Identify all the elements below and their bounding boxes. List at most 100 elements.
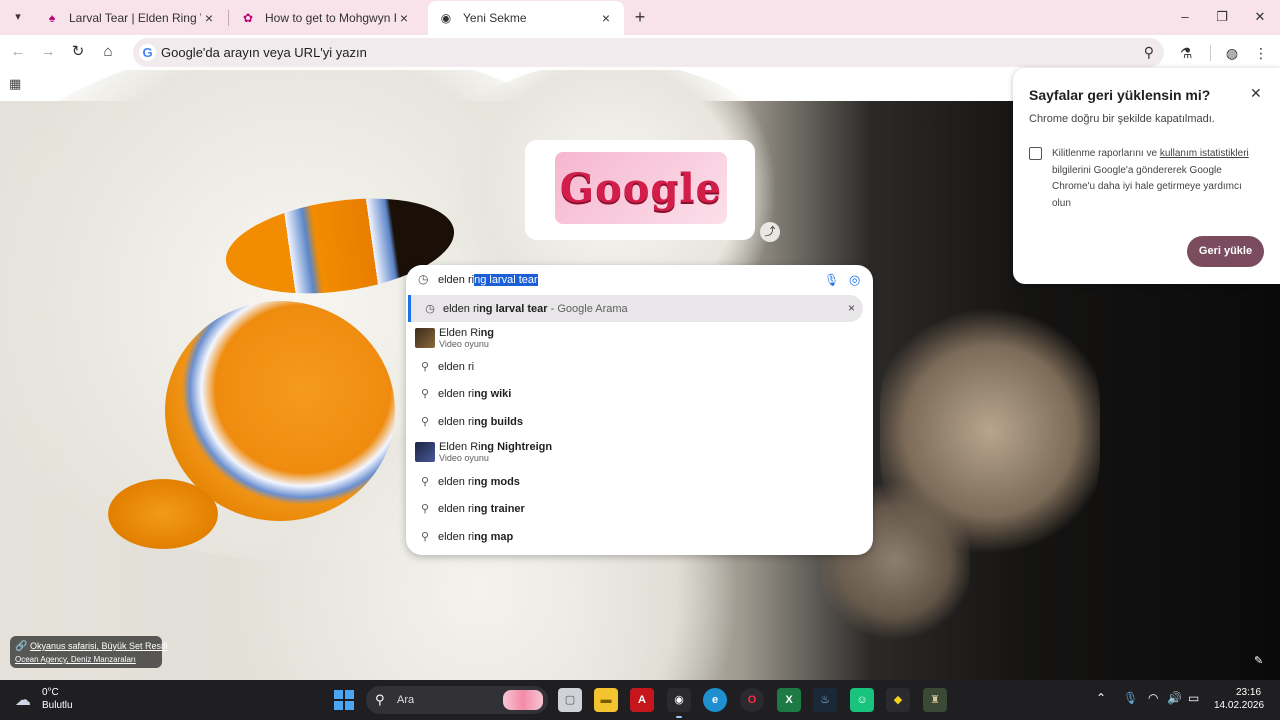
history-clock-icon: ◷ (425, 303, 435, 315)
microphone-icon[interactable]: 🎙 (1123, 691, 1138, 705)
search-suggestions-dropdown: ◷ elden ring larval tear 🎙 ◎ ◷ elden rin… (406, 265, 873, 555)
taskbar-search-placeholder: Ara (397, 694, 415, 706)
search-input-row[interactable]: ◷ elden ring larval tear 🎙 ◎ (406, 265, 873, 295)
suggestion-prefix: elden ri (438, 360, 475, 373)
doodle-logo: Google (555, 152, 727, 224)
steam-icon[interactable]: ♨ (813, 688, 837, 712)
crash-report-checkbox[interactable] (1029, 147, 1042, 160)
entity-title-completion: ng (480, 327, 495, 339)
suggestion-prefix: elden ri (438, 475, 475, 488)
tab-title: Yeni Sekme (463, 11, 527, 25)
wifi-icon[interactable]: ◠ (1148, 691, 1158, 705)
restore-window-icon[interactable]: ❐ (1213, 8, 1231, 26)
chrome-icon[interactable]: ◉ (667, 688, 691, 718)
duck-app-icon[interactable]: ◆ (886, 688, 910, 712)
photo-credit[interactable]: 🔗 Okyanus safarisi, Büyük Set Resifi Oce… (10, 636, 168, 668)
extensions-flask-icon[interactable]: ⚗ (1176, 43, 1196, 63)
speaker-icon[interactable]: 🔊 (1167, 691, 1182, 705)
suggestion-item[interactable]: ⚲ elden ring map (406, 523, 873, 550)
chrome-menu-kebab-icon[interactable]: ⋮ (1251, 43, 1271, 63)
close-window-icon[interactable]: ✕ (1251, 8, 1269, 26)
apps-grid-icon[interactable]: ▦ (9, 77, 23, 91)
search-icon: ⚲ (420, 476, 430, 488)
zoom-magnifier-icon[interactable]: ⚲ (1144, 44, 1154, 61)
opera-icon[interactable]: O (740, 688, 764, 712)
chevron-up-icon[interactable]: ⌃ (1096, 691, 1106, 705)
windows-start-icon[interactable] (334, 690, 354, 710)
suggestion-source: - Google Arama (547, 302, 628, 315)
suggestion-item[interactable]: ◷ elden ring larval tear - Google Arama … (408, 295, 863, 322)
task-view-icon[interactable]: ▢ (558, 688, 582, 712)
excel-icon[interactable]: X (777, 688, 801, 712)
photo-credit-title[interactable]: Okyanus safarisi, Büyük Set Resifi (30, 641, 168, 651)
search-highlight-image (503, 690, 543, 710)
tab-strip: ▾ ♠ Larval Tear | Elden Ring Wiki × ✿ Ho… (0, 0, 1280, 35)
tab-close-icon[interactable]: × (396, 10, 412, 26)
autocomplete-selection: ng larval tear (474, 274, 538, 286)
address-bar-placeholder: Google'da arayın veya URL'yi yazın (161, 45, 367, 60)
back-arrow-icon[interactable]: ← (8, 42, 28, 62)
chat-app-icon[interactable]: ☺ (850, 688, 874, 712)
tab-search-chevron-icon[interactable]: ▾ (10, 9, 26, 25)
acrobat-reader-icon[interactable]: A (630, 688, 654, 712)
tab-title: Larval Tear | Elden Ring Wiki (69, 10, 201, 25)
link-icon: 🔗 (15, 641, 28, 652)
edge-icon[interactable]: e (703, 688, 727, 712)
game8-favicon-icon: ✿ (242, 10, 254, 25)
suggestion-item[interactable]: ⚲ elden ring builds (406, 408, 873, 435)
suggestion-item[interactable]: ⚲ elden ring mods (406, 468, 873, 495)
suggestion-prefix: elden ri (438, 387, 475, 400)
restore-button[interactable]: Geri yükle (1187, 236, 1264, 267)
reload-icon[interactable]: ↻ (68, 42, 88, 62)
windows-taskbar: ☁ 0°C Bulutlu ⚲ Ara ▢ ▬ A ◉ e O X ♨ ☺ ◆ … (0, 680, 1280, 720)
usage-statistics-link[interactable]: kullanım istatistikleri (1160, 148, 1249, 159)
entity-subtitle: Video oyunu (439, 339, 489, 349)
clownfish-image (108, 479, 218, 549)
file-explorer-icon[interactable]: ▬ (594, 688, 618, 712)
suggestion-item[interactable]: ⚲ elden ring wiki (406, 380, 873, 407)
tab-close-icon[interactable]: × (201, 10, 217, 26)
forward-arrow-icon[interactable]: → (38, 42, 58, 62)
remove-suggestion-icon[interactable]: × (848, 301, 855, 315)
clock-time[interactable]: 23:16 (1236, 687, 1261, 698)
microphone-icon[interactable]: 🎙 (824, 273, 839, 287)
clock-date[interactable]: 14.02.2026 (1214, 700, 1264, 711)
suggestion-completion: ng builds (474, 415, 523, 428)
minimize-icon[interactable]: – (1176, 8, 1194, 26)
cloud-weather-icon[interactable]: ☁ (15, 690, 31, 710)
tab-title: How to get to Mohgwyn Palace (265, 10, 396, 25)
google-lens-icon[interactable]: ◎ (849, 272, 860, 288)
customize-pencil-icon[interactable]: ✎ (1254, 654, 1263, 667)
weather-condition[interactable]: Bulutlu (42, 700, 73, 711)
tab-larval-tear[interactable]: ♠ Larval Tear | Elden Ring Wiki × (34, 3, 227, 32)
profile-avatar-icon[interactable]: ◍ (1222, 43, 1242, 63)
entity-suggestion[interactable]: Elden Ring Nightreign Video oyunu (406, 438, 873, 466)
entity-suggestion[interactable]: Elden Ring Video oyunu (406, 324, 873, 352)
address-bar[interactable]: G Google'da arayın veya URL'yi yazın ⚲ (133, 38, 1164, 67)
suggestion-item[interactable]: ⚲ elden ri (406, 353, 873, 380)
close-icon[interactable]: ✕ (1250, 85, 1262, 102)
typed-text: elden ri (438, 274, 475, 286)
tab-mohgwyn-palace[interactable]: ✿ How to get to Mohgwyn Palace × (230, 3, 422, 32)
game-app-icon[interactable]: ♜ (923, 688, 947, 712)
google-doodle[interactable]: Google (525, 140, 755, 240)
nightreign-thumbnail (415, 442, 435, 462)
share-doodle-icon[interactable]: ⤴ (760, 222, 780, 242)
dialog-description: Chrome doğru bir şekilde kapatılmadı. (1029, 113, 1215, 125)
search-icon: ⚲ (420, 388, 430, 400)
search-icon: ⚲ (420, 503, 430, 515)
tab-close-icon[interactable]: × (598, 10, 614, 26)
tab-new-tab[interactable]: ◉ Yeni Sekme × (428, 1, 624, 35)
photo-credit-subtitle[interactable]: Ocean Agency, Deniz Manzaraları (15, 655, 136, 664)
browser-toolbar: ← → ↻ ⌂ G Google'da arayın veya URL'yi y… (0, 35, 1280, 70)
dialog-title: Sayfalar geri yüklensin mi? (1029, 87, 1211, 103)
weather-temperature[interactable]: 0°C (42, 687, 59, 698)
restore-pages-dialog: Sayfalar geri yüklensin mi? ✕ Chrome doğ… (1013, 68, 1280, 284)
search-input[interactable]: elden ring larval tear (438, 274, 538, 286)
taskbar-search[interactable]: ⚲ Ara (366, 686, 548, 714)
new-tab-plus-icon[interactable]: + (631, 8, 649, 26)
suggestion-item[interactable]: ⚲ elden ring trainer (406, 495, 873, 522)
home-icon[interactable]: ⌂ (98, 42, 118, 62)
battery-icon[interactable]: ▭ (1188, 691, 1199, 705)
elden-ring-thumbnail (415, 328, 435, 348)
